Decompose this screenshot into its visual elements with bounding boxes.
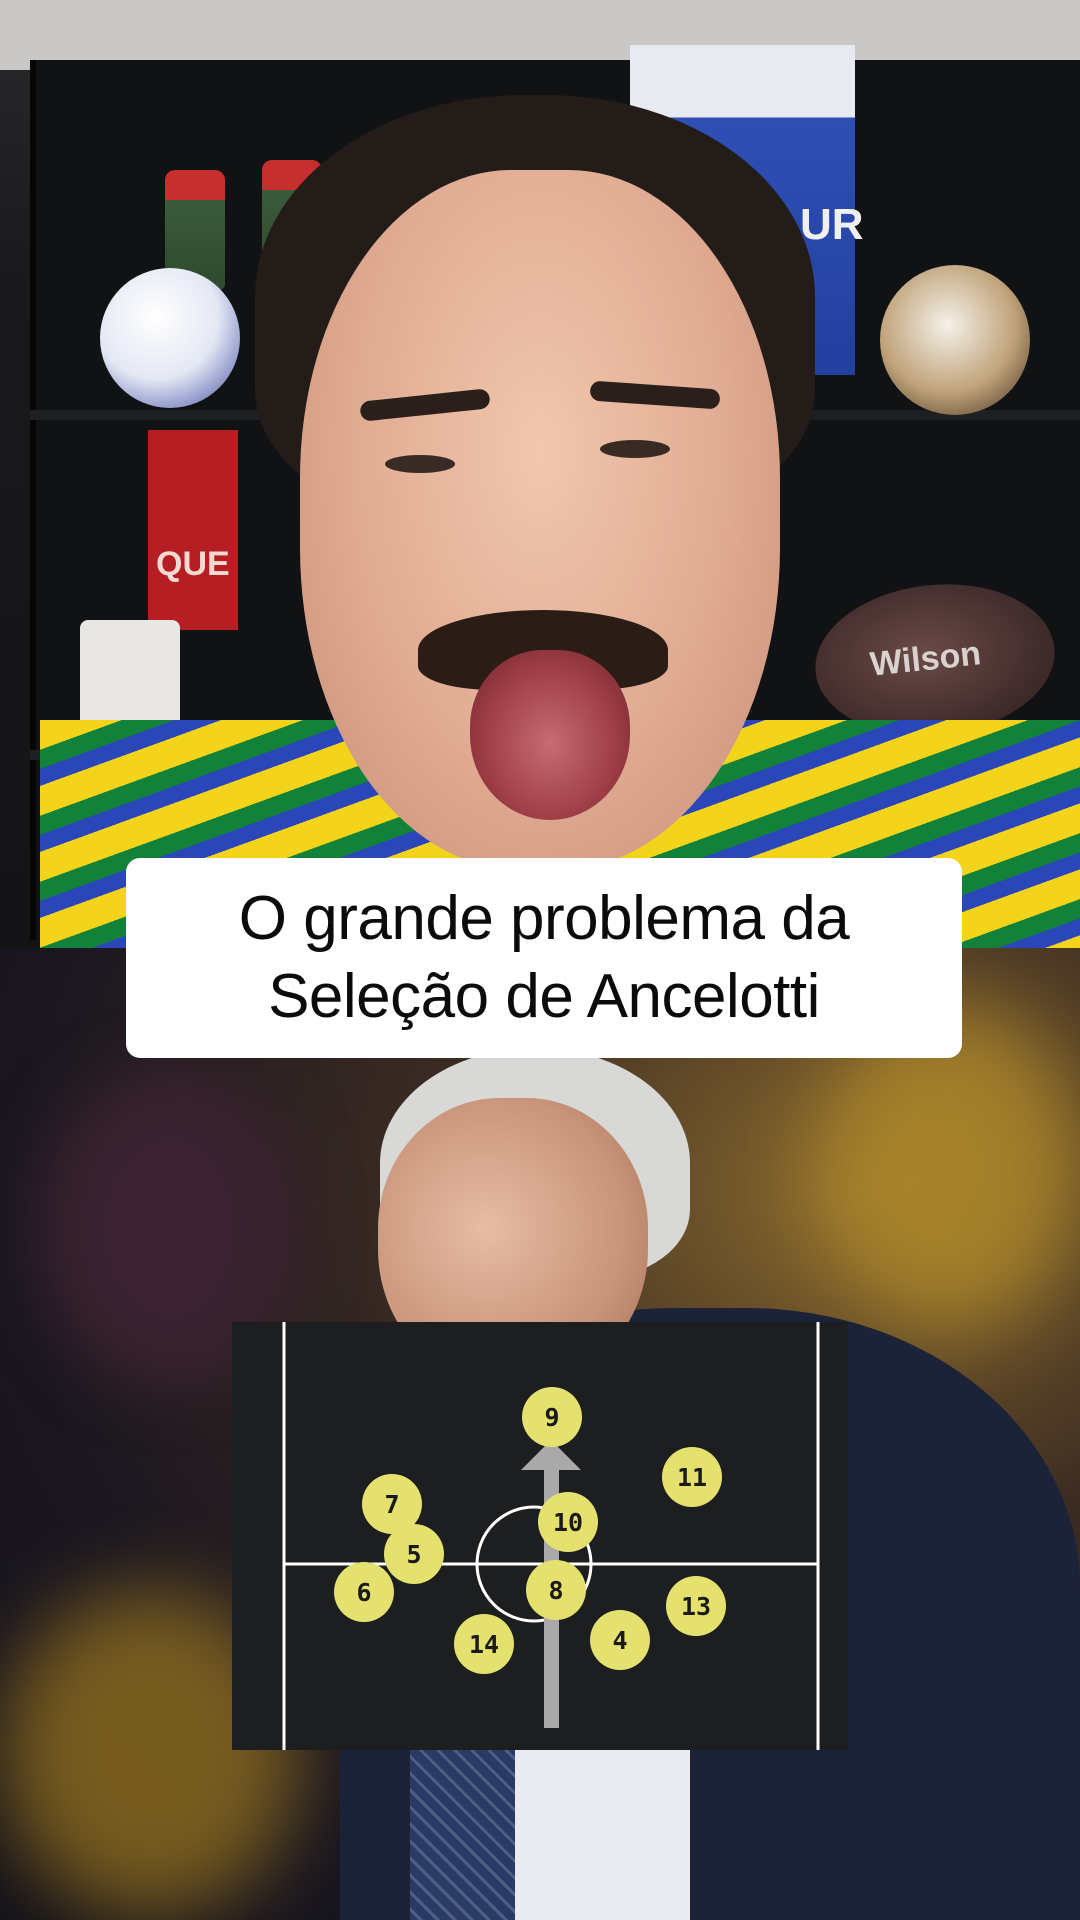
player-number: 13 <box>681 1592 711 1621</box>
eye <box>385 455 455 473</box>
streamer-video: UR QUE Wilson <box>0 0 1080 948</box>
caption-line-2: Seleção de Ancelotti <box>268 962 820 1031</box>
pitch: 9 11 7 10 5 8 6 13 14 4 <box>282 1322 820 1750</box>
player-marker: 9 <box>522 1387 582 1447</box>
red-book <box>148 430 238 630</box>
soccer-ball <box>100 268 240 408</box>
player-marker: 6 <box>334 1562 394 1622</box>
eye <box>600 440 670 458</box>
player-number: 11 <box>677 1463 707 1492</box>
mug <box>80 620 180 730</box>
soccer-ball <box>880 265 1030 415</box>
player-marker: 13 <box>666 1576 726 1636</box>
player-number: 6 <box>356 1578 371 1607</box>
player-number: 9 <box>544 1403 559 1432</box>
player-marker: 4 <box>590 1610 650 1670</box>
player-marker: 14 <box>454 1614 514 1674</box>
player-number: 7 <box>384 1490 399 1519</box>
player-number: 10 <box>553 1508 583 1537</box>
player-marker: 5 <box>384 1524 444 1584</box>
player-number: 8 <box>548 1576 563 1605</box>
caption-line-1: O grande problema da <box>238 884 850 953</box>
formation-diagram: 9 11 7 10 5 8 6 13 14 4 <box>232 1322 848 1750</box>
banner-text: UR <box>800 200 864 249</box>
player-number: 5 <box>406 1540 421 1569</box>
open-mouth <box>470 650 630 820</box>
caption-box: O grande problema da Seleção de Ancelott… <box>126 858 962 1058</box>
book-text: QUE <box>156 545 230 583</box>
players-layer: 9 11 7 10 5 8 6 13 14 4 <box>334 1387 726 1674</box>
player-marker: 8 <box>526 1560 586 1620</box>
player-marker: 10 <box>538 1492 598 1552</box>
player-number: 14 <box>469 1630 499 1659</box>
player-marker: 11 <box>662 1447 722 1507</box>
player-number: 4 <box>612 1626 627 1655</box>
